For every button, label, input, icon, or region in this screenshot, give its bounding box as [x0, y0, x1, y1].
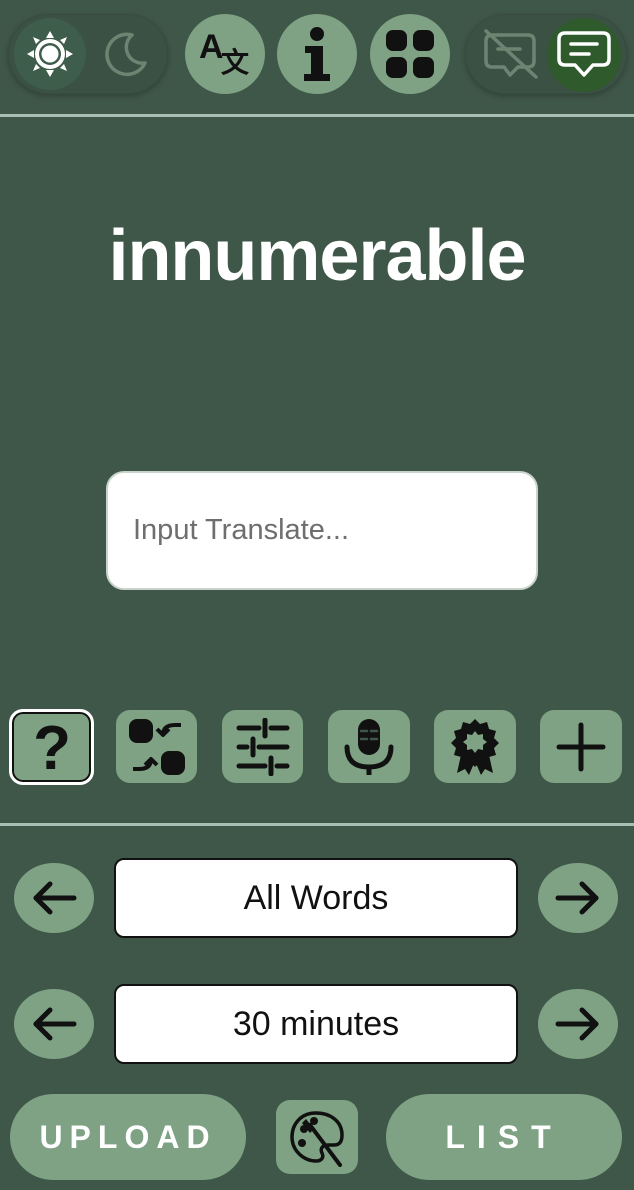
- arrow-left-icon: [33, 881, 77, 915]
- help-button[interactable]: ?: [9, 709, 94, 785]
- microphone-button[interactable]: [328, 710, 410, 783]
- apps-button[interactable]: [370, 14, 450, 94]
- chat-toggle[interactable]: [465, 14, 627, 94]
- light-mode-button[interactable]: [14, 18, 86, 90]
- current-word: innumerable: [108, 216, 526, 296]
- svg-text:A: A: [199, 28, 224, 66]
- chat-off-icon: [484, 29, 538, 79]
- list-button[interactable]: LIST: [386, 1094, 622, 1180]
- swap-icon: [128, 718, 185, 775]
- svg-text:?: ?: [33, 717, 71, 777]
- arrow-right-icon: [555, 881, 599, 915]
- header-divider: [0, 114, 634, 117]
- sun-icon: [27, 31, 73, 77]
- duration-selector[interactable]: 30 minutes: [114, 984, 518, 1064]
- translate-button[interactable]: A 文: [185, 14, 265, 94]
- microphone-icon: [344, 718, 394, 775]
- palette-icon: [290, 1111, 344, 1167]
- duration-prev-button[interactable]: [14, 989, 94, 1059]
- chat-icon: [557, 31, 611, 77]
- apps-grid-icon: [386, 30, 434, 78]
- word-set-prev-button[interactable]: [14, 863, 94, 933]
- achievements-button[interactable]: [434, 710, 516, 783]
- moon-icon: [105, 32, 147, 77]
- upload-button[interactable]: UPLOAD: [10, 1094, 246, 1180]
- chat-off-button[interactable]: [475, 24, 545, 84]
- duration-next-button[interactable]: [538, 989, 618, 1059]
- translate-icon: A 文: [199, 28, 249, 79]
- badge-icon: [451, 718, 499, 775]
- info-icon: [304, 27, 330, 81]
- toolbar-divider: [0, 823, 634, 826]
- svg-text:文: 文: [221, 46, 249, 79]
- theme-toggle[interactable]: [8, 14, 168, 94]
- arrow-left-icon: [33, 1007, 77, 1041]
- word-set-next-button[interactable]: [538, 863, 618, 933]
- chat-on-button[interactable]: [547, 18, 621, 92]
- word-set-selector[interactable]: All Words: [114, 858, 518, 938]
- theme-palette-button[interactable]: [276, 1100, 358, 1174]
- settings-button[interactable]: [222, 710, 303, 783]
- info-button[interactable]: [277, 14, 357, 94]
- translation-input[interactable]: [106, 471, 538, 590]
- help-icon: ?: [33, 717, 71, 777]
- arrow-right-icon: [555, 1007, 599, 1041]
- dark-mode-button[interactable]: [96, 24, 156, 84]
- add-button[interactable]: [540, 710, 622, 783]
- swap-button[interactable]: [116, 710, 197, 783]
- sliders-icon: [236, 717, 289, 776]
- plus-icon: [556, 722, 606, 771]
